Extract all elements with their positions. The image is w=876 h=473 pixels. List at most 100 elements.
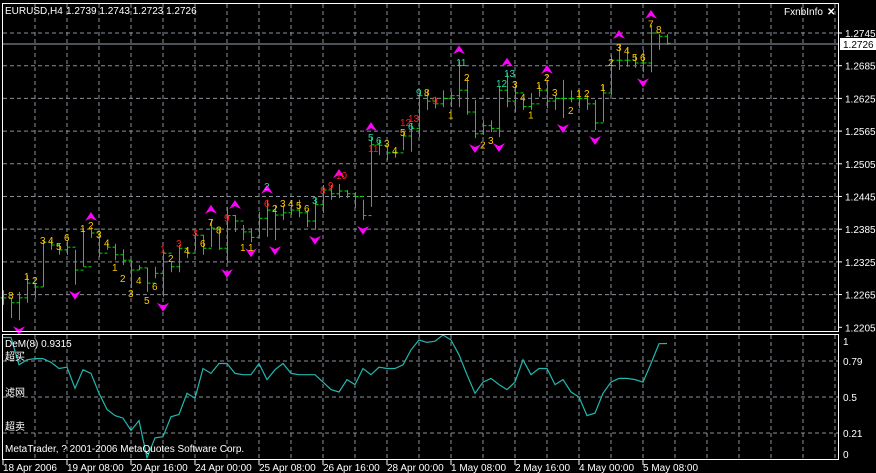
close-icon[interactable]: ✕ bbox=[827, 7, 835, 18]
count-label: 3 bbox=[96, 230, 102, 241]
price-tick-label: 1.2625 bbox=[845, 94, 876, 105]
time-tick-label: 5 May 08:00 bbox=[643, 463, 698, 473]
count-label: 2 bbox=[264, 182, 270, 193]
count-label: 5 bbox=[368, 133, 374, 144]
time-tick-label: 1 May 08:00 bbox=[451, 463, 506, 473]
info-panel-title: FxnbInfo bbox=[784, 7, 823, 18]
count-label: 6 bbox=[264, 199, 270, 210]
count-label: 3 bbox=[616, 43, 622, 54]
level-label-middle: 滤网 bbox=[5, 386, 25, 399]
count-label: 3 bbox=[192, 228, 198, 239]
count-label: 1 bbox=[448, 111, 454, 122]
count-label: 1 bbox=[80, 224, 86, 235]
count-label: 4 bbox=[288, 199, 294, 210]
price-tick-label: 1.2445 bbox=[845, 192, 876, 203]
count-label: 3 bbox=[40, 236, 46, 247]
count-label: 3 bbox=[312, 196, 318, 207]
count-label: 2 bbox=[480, 141, 486, 152]
count-label: 2 bbox=[568, 106, 574, 117]
time-tick-label: 18 Apr 2006 bbox=[3, 463, 57, 473]
count-label: 9 bbox=[432, 96, 438, 107]
count-label: 4 bbox=[520, 93, 526, 104]
count-label: 3 bbox=[552, 88, 558, 99]
time-tick-label: 24 Apr 00:00 bbox=[195, 463, 252, 473]
price-tick-label: 1.2265 bbox=[845, 291, 876, 302]
indicator-tick-label: 0.79 bbox=[843, 357, 863, 368]
price-tick-label: 1.2325 bbox=[845, 258, 876, 269]
count-label: 9 bbox=[416, 88, 422, 99]
price-tick-label: 1.2685 bbox=[845, 62, 876, 73]
count-label: 5 bbox=[144, 296, 150, 307]
count-label: 1 bbox=[576, 89, 582, 100]
count-label: 10 bbox=[336, 171, 348, 182]
count-label: 4 bbox=[624, 46, 630, 57]
count-label: 1 bbox=[536, 81, 542, 92]
metatrader-chart-window[interactable]: 81 23 4561 2341234561234367891 1622 3 4 5 638 910… bbox=[0, 0, 876, 473]
indicator-title: DeM(8) 0.9315 bbox=[5, 339, 72, 350]
count-label: 8 bbox=[424, 88, 430, 99]
count-label: 4 bbox=[184, 246, 190, 257]
time-tick-label: 4 May 00:00 bbox=[579, 463, 634, 473]
count-label: 8 bbox=[656, 25, 662, 36]
count-label: 6 bbox=[408, 122, 414, 133]
count-label: 5 bbox=[632, 53, 638, 64]
time-tick-label: 28 Apr 00:00 bbox=[387, 463, 444, 473]
time-tick-label: 26 Apr 16:00 bbox=[323, 463, 380, 473]
count-label: 1 bbox=[160, 244, 166, 255]
count-label: 3 bbox=[512, 80, 518, 91]
count-label: 1 bbox=[240, 243, 246, 254]
count-label: 2 bbox=[464, 73, 470, 84]
count-label: 6 bbox=[376, 136, 382, 147]
count-label: 2 bbox=[120, 274, 126, 285]
current-price-label: 1.2726 bbox=[843, 40, 874, 51]
count-label: 1 bbox=[248, 243, 254, 254]
price-tick-label: 1.2205 bbox=[845, 323, 876, 334]
symbol-label: EURUSD,H4 bbox=[5, 6, 63, 17]
count-label: 6 bbox=[640, 53, 646, 64]
price-tick-label: 1.2505 bbox=[845, 160, 876, 171]
indicator-tick-label: 0 bbox=[843, 450, 849, 461]
time-tick-label: 2 May 16:00 bbox=[515, 463, 570, 473]
count-label: 6 bbox=[152, 282, 158, 293]
count-label: 4 bbox=[136, 276, 142, 287]
ohlc-readout: 1.2739 1.2743 1.2723 1.2726 bbox=[66, 6, 197, 17]
count-label: 1 bbox=[112, 263, 118, 274]
count-label: 1 bbox=[24, 272, 30, 283]
count-label: 4 bbox=[104, 238, 110, 249]
time-tick-label: 20 Apr 16:00 bbox=[131, 463, 188, 473]
count-label: 9 bbox=[224, 214, 230, 225]
time-tick-label: 19 Apr 08:00 bbox=[67, 463, 124, 473]
indicator-tick-label: 1 bbox=[843, 337, 849, 348]
count-label: 5 bbox=[56, 242, 62, 253]
level-label-overbought: 超买 bbox=[5, 350, 25, 363]
count-label: 8 bbox=[320, 186, 326, 197]
count-label: 2 bbox=[32, 276, 38, 287]
count-label: 4 bbox=[392, 146, 398, 157]
count-label: 12 bbox=[496, 79, 508, 90]
count-label: 1 bbox=[600, 83, 606, 94]
count-label: 2 bbox=[272, 204, 278, 215]
count-label: 3 bbox=[488, 136, 494, 147]
count-label: 3 bbox=[384, 139, 390, 150]
count-label: 8 bbox=[8, 291, 14, 302]
count-label: 6 bbox=[200, 239, 206, 250]
count-label: 4 bbox=[48, 236, 54, 247]
count-label: 2 bbox=[544, 73, 550, 84]
count-label: 3 bbox=[176, 239, 182, 250]
count-label: 1 bbox=[528, 111, 534, 122]
count-label: 6 bbox=[64, 233, 70, 244]
count-label: 7 bbox=[648, 20, 654, 31]
count-label: 2 bbox=[168, 254, 174, 265]
price-tick-label: 1.2565 bbox=[845, 127, 876, 138]
count-label: 8 bbox=[216, 226, 222, 237]
count-label: 3 bbox=[280, 199, 286, 210]
time-tick-label: 25 Apr 08:00 bbox=[259, 463, 316, 473]
count-label: 2 bbox=[584, 89, 590, 100]
count-label: 7 bbox=[208, 218, 214, 229]
level-label-oversold: 超卖 bbox=[5, 420, 25, 433]
count-label: 3 bbox=[128, 289, 134, 300]
count-label: 2 bbox=[608, 58, 614, 69]
indicator-tick-label: 0.21 bbox=[843, 429, 863, 440]
count-label: 6 bbox=[304, 204, 310, 215]
count-label: 9 bbox=[328, 181, 334, 192]
